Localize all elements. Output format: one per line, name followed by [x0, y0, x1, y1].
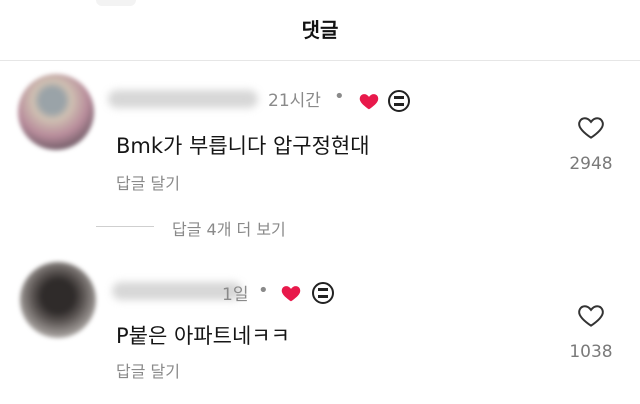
header-divider	[0, 60, 640, 61]
avatar[interactable]	[18, 74, 94, 150]
avatar[interactable]	[20, 262, 96, 338]
comment-item: 21시간 • Bmk가 부릅니다 압구정현대 답글 달기 2948	[0, 74, 640, 204]
sticker-icon	[312, 282, 334, 304]
username-blurred[interactable]	[108, 90, 258, 108]
heart-filled-icon	[359, 94, 379, 110]
obscured-top-bar	[96, 0, 136, 6]
view-more-replies-label[interactable]: 답글 4개 더 보기	[172, 216, 286, 240]
heart-outline-icon[interactable]	[576, 300, 606, 330]
page-title: 댓글	[301, 18, 339, 42]
meta-separator: •	[258, 280, 269, 301]
reply-button[interactable]: 답글 달기	[116, 358, 180, 382]
heart-filled-icon	[281, 286, 301, 302]
comment-text: Bmk가 부릅니다 압구정현대	[116, 134, 370, 158]
heart-outline-icon[interactable]	[576, 112, 606, 142]
sticker-icon	[388, 90, 410, 112]
comment-item: 1일 • P붙은 아파트네ㅋㅋ 답글 달기 1038	[0, 262, 640, 392]
comment-text: P붙은 아파트네ㅋㅋ	[116, 324, 290, 348]
replies-line	[96, 226, 154, 227]
like-count: 2948	[569, 154, 613, 174]
comments-header: 댓글	[0, 0, 640, 60]
meta-separator: •	[334, 86, 345, 107]
reply-button[interactable]: 답글 달기	[116, 170, 180, 194]
comment-timestamp: 21시간	[268, 91, 321, 111]
comment-timestamp: 1일	[222, 285, 249, 305]
like-count: 1038	[569, 342, 613, 362]
